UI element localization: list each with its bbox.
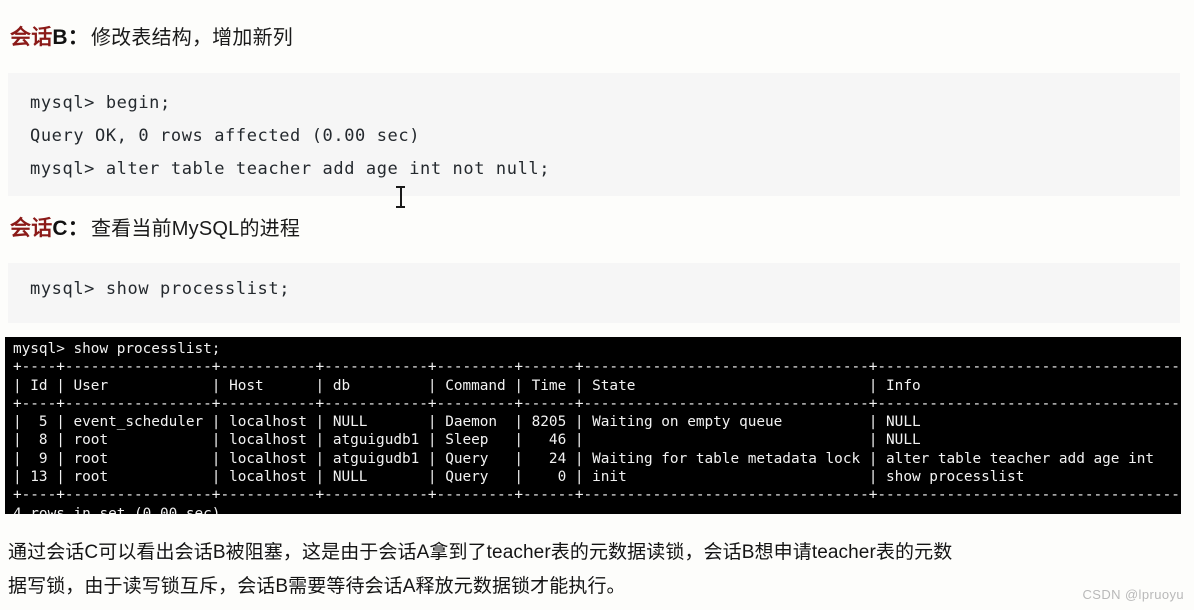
terminal-separator-top: +----+-----------------+-----------+----… bbox=[13, 359, 1181, 376]
heading-session-c-accent: 会话 bbox=[10, 217, 53, 240]
terminal-row: | 5 | event_scheduler | localhost | NULL… bbox=[13, 414, 1181, 431]
code-line: mysql> show processlist; bbox=[30, 279, 291, 299]
terminal-row: | 8 | root | localhost | atguigudb1 | Sl… bbox=[13, 432, 1181, 449]
heading-session-b: 会话B： 修改表结构，增加新列 bbox=[10, 21, 293, 51]
code-block-session-b: mysql> begin; Query OK, 0 rows affected … bbox=[8, 73, 1180, 196]
code-line: mysql> begin; bbox=[30, 93, 171, 113]
paragraph-line: 通过会话C可以看出会话B被阻塞，这是由于会话A拿到了teacher表的元数据读锁… bbox=[8, 542, 953, 563]
heading-session-c: 会话C： 查看当前MySQL的进程 bbox=[10, 212, 300, 242]
heading-session-c-letter: C： bbox=[52, 217, 89, 240]
terminal-footer: 4 rows in set (0.00 sec) bbox=[13, 505, 221, 514]
terminal-output: mysql> show processlist; +----+---------… bbox=[5, 337, 1181, 514]
heading-session-b-letter: B： bbox=[52, 26, 89, 49]
heading-session-b-accent: 会话 bbox=[10, 26, 53, 49]
terminal-row: | 13 | root | localhost | NULL | Query |… bbox=[13, 469, 1181, 486]
code-block-session-c: mysql> show processlist; bbox=[8, 263, 1180, 323]
heading-session-c-description: 查看当前MySQL的进程 bbox=[90, 218, 301, 240]
heading-session-b-description: 修改表结构，增加新列 bbox=[90, 27, 293, 49]
text-cursor-bottom-cap bbox=[396, 206, 405, 208]
paragraph-line: 据写锁，由于读写锁互斥，会话B需要等待会话A释放元数据锁才能执行。 bbox=[8, 576, 626, 597]
code-line: mysql> alter table teacher add age int n… bbox=[30, 159, 551, 179]
terminal-separator-bottom: +----+-----------------+-----------+----… bbox=[13, 487, 1181, 504]
code-line: Query OK, 0 rows affected (0.00 sec) bbox=[30, 126, 421, 146]
terminal-prompt-line: mysql> show processlist; bbox=[13, 341, 221, 357]
terminal-separator-header: +----+-----------------+-----------+----… bbox=[13, 395, 1181, 412]
document-page: 会话B： 修改表结构，增加新列 mysql> begin; Query OK, 0… bbox=[0, 0, 1194, 610]
watermark-label: CSDN @lpruoyu bbox=[1082, 587, 1184, 602]
explanation-paragraph: 通过会话C可以看出会话B被阻塞，这是由于会话A拿到了teacher表的元数据读锁… bbox=[8, 536, 1180, 604]
terminal-row: | 9 | root | localhost | atguigudb1 | Qu… bbox=[13, 450, 1181, 467]
terminal-header-row: | Id | User | Host | db | Command | Time… bbox=[13, 377, 1181, 394]
